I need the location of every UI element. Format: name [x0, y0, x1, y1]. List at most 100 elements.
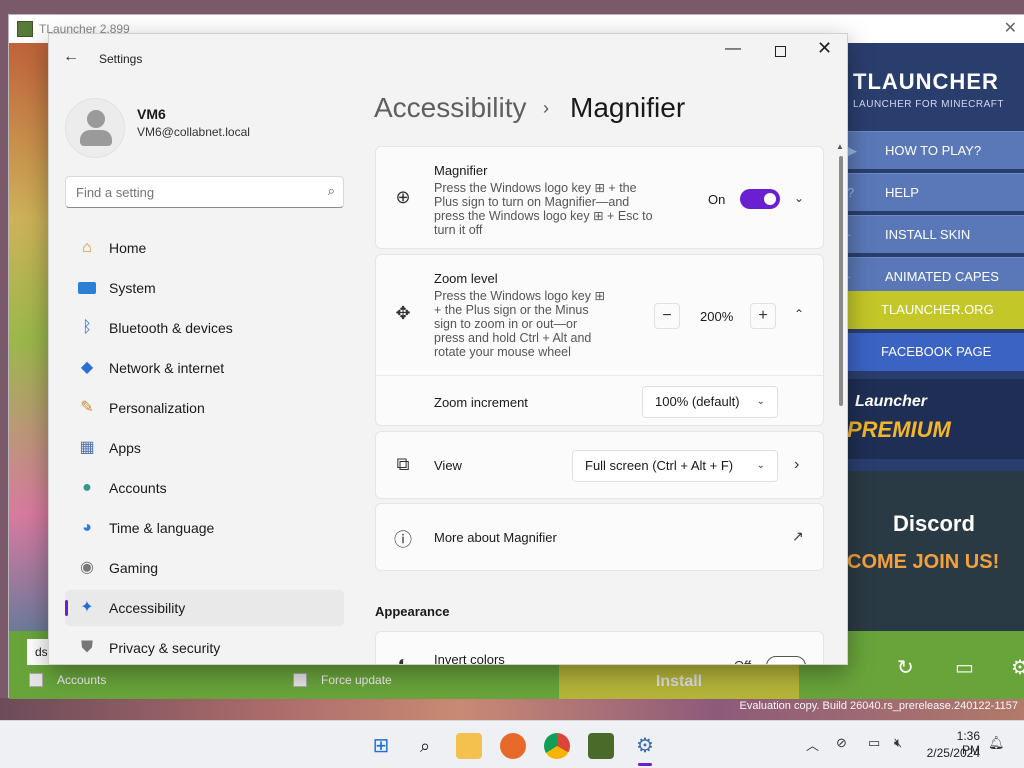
shield-icon: ⛊: [80, 639, 93, 656]
view-card[interactable]: ⧉ View Full screen (Ctrl + Alt + F) ⌄ ›: [375, 431, 824, 499]
install-button[interactable]: Install: [559, 665, 799, 699]
sidebar-item-gaming[interactable]: ◉ Gaming: [65, 550, 344, 586]
invert-colors-icon: ◐: [397, 652, 409, 665]
zoom-desc-2: + the Plus sign or the Minus: [434, 303, 589, 317]
chevron-down-icon[interactable]: ⌄: [794, 191, 804, 205]
clock-date[interactable]: 2/25/2024: [920, 746, 980, 760]
gamepad-icon: ◉: [80, 559, 94, 576]
volume-muted-icon[interactable]: 🔇︎: [894, 735, 902, 751]
sidebar-item-system[interactable]: System: [65, 270, 344, 306]
system-icon: [77, 278, 97, 298]
magnifier-desc-2: Plus sign to turn on Magnifier—and: [434, 195, 630, 209]
sidebar-item-network[interactable]: ◆ Network & internet: [65, 350, 344, 386]
file-explorer-icon[interactable]: [456, 733, 482, 759]
chevron-down-icon: ⌄: [756, 396, 765, 407]
chevron-right-icon: ›: [543, 98, 549, 118]
premium-line-2: PREMIUM: [847, 417, 951, 442]
close-icon[interactable]: ✕: [817, 38, 839, 59]
start-icon[interactable]: ⊞: [368, 733, 394, 759]
view-label: View: [434, 458, 462, 473]
invert-colors-card[interactable]: ◐ Invert colors Off: [375, 631, 824, 665]
active-app-indicator: [638, 763, 652, 766]
network-off-icon[interactable]: ⊘: [836, 735, 847, 751]
tl-nav-animated-capes[interactable]: · ANIMATED CAPES: [847, 257, 1024, 295]
external-link-icon[interactable]: ↗: [792, 528, 804, 545]
more-about-card[interactable]: ⓘ More about Magnifier ↗: [375, 503, 824, 571]
gear-icon[interactable]: ⚙: [1011, 655, 1024, 680]
view-dropdown[interactable]: Full screen (Ctrl + Alt + F) ⌄: [572, 450, 778, 482]
invert-colors-label: Invert colors: [434, 652, 505, 665]
zoom-increment-label: Zoom increment: [434, 395, 528, 410]
tl-nav-help[interactable]: ? HELP: [847, 173, 1024, 211]
chevron-up-icon[interactable]: ︿: [806, 735, 819, 754]
sidebar-item-personalization[interactable]: ✎ Personalization: [65, 390, 344, 426]
magnifier-toggle[interactable]: [740, 189, 780, 209]
tlauncher-org-link[interactable]: TLAUNCHER.ORG: [847, 291, 1024, 329]
home-icon: ⌂: [82, 239, 92, 256]
magnifier-toggle-state: On: [708, 192, 726, 207]
search-icon[interactable]: ⌕: [328, 183, 335, 199]
sidebar-item-accounts[interactable]: ● Accounts: [65, 470, 344, 506]
chrome-icon[interactable]: [544, 733, 570, 759]
magnifier-desc-1: Press the Windows logo key ⊞ + the: [434, 181, 637, 195]
tl-nav-how-to-play[interactable]: ▶ HOW TO PLAY?: [847, 131, 1024, 169]
settings-gear-icon[interactable]: ⚙: [632, 733, 658, 759]
display-icon[interactable]: ▭: [868, 735, 880, 751]
sidebar-item-home[interactable]: ⌂ Home: [65, 230, 344, 266]
taskbar: ⊞ ⌕ ⚙ ︿ ⊘ ▭ 🔇︎ 1:36 PM 2/25/2024 🔔︎: [0, 720, 1024, 768]
magnifier-card[interactable]: ⊕ Magnifier Press the Windows logo key ⊞…: [375, 146, 824, 249]
breadcrumb-parent[interactable]: Accessibility: [374, 92, 526, 124]
more-about-label: More about Magnifier: [434, 530, 557, 545]
scrollbar[interactable]: [839, 146, 843, 664]
tlauncher-icon[interactable]: [588, 733, 614, 759]
search-box[interactable]: ⌕: [65, 176, 344, 208]
zoom-level-card: ✥ Zoom level Press the Windows logo key …: [375, 254, 824, 426]
accounts-icon: ●: [82, 479, 92, 496]
avatar[interactable]: [65, 98, 125, 158]
tlauncher-sidebar: TLAUNCHER LAUNCHER FOR MINECRAFT ▶ HOW TO…: [847, 43, 1024, 633]
firefox-icon[interactable]: [500, 733, 526, 759]
sidebar-item-time-language[interactable]: ◕ Time & language: [65, 510, 344, 546]
chevron-up-icon[interactable]: ⌃: [794, 307, 804, 321]
minimize-icon[interactable]: —: [725, 40, 747, 58]
view-icon: ⧉: [396, 454, 410, 474]
discord-banner[interactable]: Discord COME JOIN US!: [847, 471, 1024, 631]
accounts-checkbox[interactable]: [29, 673, 43, 687]
zoom-desc-5: rotate your mouse wheel: [434, 345, 571, 359]
discord-title: Discord: [893, 511, 975, 536]
settings-title: Settings: [99, 52, 143, 66]
wifi-icon: ◆: [80, 359, 94, 376]
sidebar-item-accessibility[interactable]: ✦ Accessibility: [65, 590, 344, 626]
zoom-increment-dropdown[interactable]: 100% (default) ⌄: [642, 386, 778, 418]
force-update-checkbox[interactable]: [293, 673, 307, 687]
notification-bell-icon[interactable]: 🔔︎: [988, 735, 1005, 751]
chevron-right-icon[interactable]: ›: [794, 456, 799, 474]
sidebar-item-bluetooth[interactable]: ᛒ Bluetooth & devices: [65, 310, 344, 346]
folder-icon[interactable]: ▭: [955, 655, 974, 680]
zoom-in-button[interactable]: +: [750, 303, 776, 329]
zoom-desc-4: press and hold Ctrl + Alt and: [434, 331, 592, 345]
sidebar-item-privacy[interactable]: ⛊ Privacy & security: [65, 630, 344, 664]
refresh-icon[interactable]: ↻: [897, 655, 914, 680]
premium-banner[interactable]: Launcher PREMIUM: [847, 379, 1024, 459]
sidebar-item-apps[interactable]: ▦ Apps: [65, 430, 344, 466]
search-icon[interactable]: ⌕: [412, 733, 438, 759]
skin-icon: ·: [847, 227, 852, 242]
invert-toggle[interactable]: [766, 656, 806, 664]
bluetooth-icon: ᛒ: [82, 319, 92, 336]
zoom-level-title: Zoom level: [434, 271, 498, 286]
zoom-desc-1: Press the Windows logo key ⊞: [434, 289, 605, 303]
maximize-icon[interactable]: [771, 40, 793, 62]
search-input[interactable]: [66, 177, 306, 207]
discord-subtitle: COME JOIN US!: [847, 551, 1000, 573]
tl-nav-install-skin[interactable]: · INSTALL SKIN: [847, 215, 1024, 253]
settings-window: ← Settings — ✕ VM6 VM6@collabnet.local ⌕…: [48, 33, 848, 665]
back-arrow-icon[interactable]: ←: [63, 48, 79, 66]
globe-clock-icon: ◕: [82, 519, 92, 536]
zoom-out-button[interactable]: −: [654, 303, 680, 329]
tlauncher-close-icon[interactable]: ✕: [1004, 18, 1017, 38]
help-circle-icon: ⓘ: [394, 530, 412, 550]
brush-icon: ✎: [80, 399, 94, 416]
accessibility-icon: ✦: [80, 599, 94, 616]
facebook-page-link[interactable]: FACEBOOK PAGE: [847, 333, 1024, 371]
